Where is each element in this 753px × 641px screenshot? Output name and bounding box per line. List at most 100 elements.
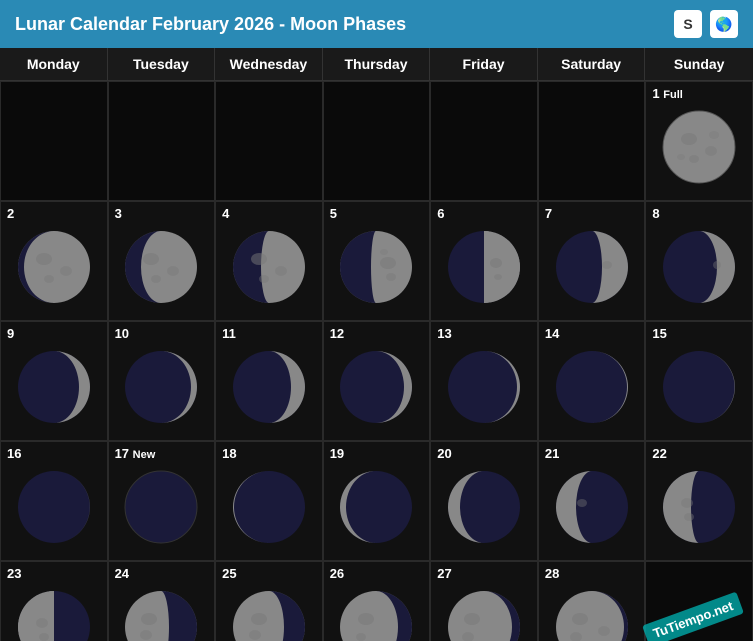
calendar-header: Lunar Calendar February 2026 - Moon Phas… [0, 0, 753, 48]
moon-12 [336, 347, 416, 427]
moon-28 [552, 587, 632, 641]
cal-cell-28: 28 [538, 561, 646, 641]
date-8: 8 [646, 206, 659, 221]
cal-cell-15: 15 [645, 321, 753, 441]
moon-21 [552, 467, 632, 547]
moon-26 [336, 587, 416, 641]
cal-cell-12: 12 [323, 321, 431, 441]
moon-6 [444, 227, 524, 307]
date-25: 25 [216, 566, 236, 581]
moon-2 [14, 227, 94, 307]
cal-cell-20: 20 [430, 441, 538, 561]
moon-17 [121, 467, 201, 547]
cal-cell-23: 23 [0, 561, 108, 641]
day-saturday: Saturday [538, 48, 646, 80]
moon-1 [659, 107, 739, 187]
cal-cell-8: 8 [645, 201, 753, 321]
header-icons: S 🌎 [674, 10, 738, 38]
date-16: 16 [1, 446, 21, 461]
cal-cell-empty [0, 81, 108, 201]
cal-cell-27: 27 [430, 561, 538, 641]
moon-11 [229, 347, 309, 427]
date-1: 1 Full [646, 86, 682, 101]
date-19: 19 [324, 446, 344, 461]
cal-cell-6: 6 [430, 201, 538, 321]
date-3: 3 [109, 206, 122, 221]
cal-cell-19: 19 [323, 441, 431, 561]
date-10: 10 [109, 326, 129, 341]
cal-cell-3: 3 [108, 201, 216, 321]
cal-cell-14: 14 [538, 321, 646, 441]
moon-3 [121, 227, 201, 307]
date-27: 27 [431, 566, 451, 581]
moon-16 [14, 467, 94, 547]
cal-cell-empty [538, 81, 646, 201]
date-18: 18 [216, 446, 236, 461]
cal-cell-7: 7 [538, 201, 646, 321]
globe-icon[interactable]: 🌎 [710, 10, 738, 38]
date-2: 2 [1, 206, 14, 221]
date-14: 14 [539, 326, 559, 341]
date-12: 12 [324, 326, 344, 341]
cal-cell-17: 17 New [108, 441, 216, 561]
cal-cell-11: 11 [215, 321, 323, 441]
date-11: 11 [216, 326, 236, 341]
date-21: 21 [539, 446, 559, 461]
header-title: Lunar Calendar February 2026 - Moon Phas… [15, 14, 406, 35]
date-5: 5 [324, 206, 337, 221]
moon-10 [121, 347, 201, 427]
moon-15 [659, 347, 739, 427]
calendar-grid: 1 Full 2 [0, 81, 753, 641]
moon-13 [444, 347, 524, 427]
cal-cell-2: 2 [0, 201, 108, 321]
moon-8 [659, 227, 739, 307]
date-6: 6 [431, 206, 444, 221]
day-thursday: Thursday [323, 48, 431, 80]
moon-20 [444, 467, 524, 547]
s-icon[interactable]: S [674, 10, 702, 38]
moon-18 [229, 467, 309, 547]
cal-cell-10: 10 [108, 321, 216, 441]
cal-cell-5: 5 [323, 201, 431, 321]
date-15: 15 [646, 326, 666, 341]
cal-cell-26: 26 [323, 561, 431, 641]
cal-cell-25: 25 [215, 561, 323, 641]
moon-23 [14, 587, 94, 641]
date-9: 9 [1, 326, 14, 341]
date-20: 20 [431, 446, 451, 461]
date-13: 13 [431, 326, 451, 341]
date-4: 4 [216, 206, 229, 221]
cal-cell-9: 9 [0, 321, 108, 441]
days-header: Monday Tuesday Wednesday Thursday Friday… [0, 48, 753, 81]
cal-cell-empty [430, 81, 538, 201]
cal-cell-22: 22 [645, 441, 753, 561]
moon-22 [659, 467, 739, 547]
date-17: 17 New [109, 446, 156, 461]
date-7: 7 [539, 206, 552, 221]
date-26: 26 [324, 566, 344, 581]
moon-27 [444, 587, 524, 641]
day-sunday: Sunday [645, 48, 753, 80]
cal-cell-13: 13 [430, 321, 538, 441]
date-23: 23 [1, 566, 21, 581]
day-tuesday: Tuesday [108, 48, 216, 80]
moon-5 [336, 227, 416, 307]
cal-cell-21: 21 [538, 441, 646, 561]
cal-cell-18: 18 [215, 441, 323, 561]
moon-7 [552, 227, 632, 307]
cal-cell-24: 24 [108, 561, 216, 641]
moon-19 [336, 467, 416, 547]
day-friday: Friday [430, 48, 538, 80]
date-22: 22 [646, 446, 666, 461]
cal-cell-16: 16 [0, 441, 108, 561]
cal-cell-empty [323, 81, 431, 201]
cal-cell-empty [215, 81, 323, 201]
date-28: 28 [539, 566, 559, 581]
day-monday: Monday [0, 48, 108, 80]
date-24: 24 [109, 566, 129, 581]
cal-cell-1: 1 Full [645, 81, 753, 201]
moon-9 [14, 347, 94, 427]
cal-cell-4: 4 [215, 201, 323, 321]
moon-14 [552, 347, 632, 427]
moon-4 [229, 227, 309, 307]
